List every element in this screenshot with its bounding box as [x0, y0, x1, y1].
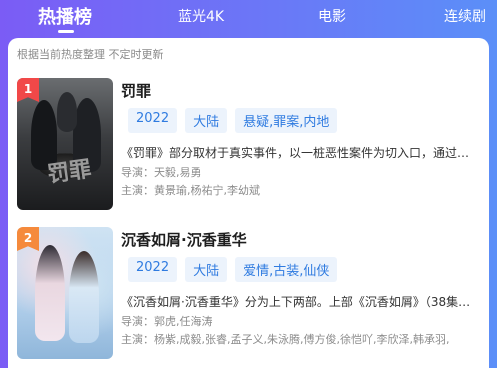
tag-row: 2022 大陆 悬疑,罪案,内地	[128, 108, 338, 133]
item-director: 导演：天毅,易勇	[121, 166, 202, 179]
list-item[interactable]: 2 沉香如屑·沉香重华 2022 大陆 爱情,古装,仙侠 《沉香如屑·沉香重华》…	[8, 227, 489, 362]
figure-silhouette	[69, 251, 99, 343]
update-notice: 根据当前热度整理 不定时更新	[17, 48, 164, 61]
tab-hot-list[interactable]: 热播榜	[38, 3, 92, 29]
list-item[interactable]: 罚罪 1 罚罪 2022 大陆 悬疑,罪案,内地 《罚罪》部分取材于真实事件，以…	[8, 78, 489, 213]
item-cast: 主演：杨紫,成毅,张睿,孟子义,朱泳腾,傅方俊,徐恺吖,李欣泽,韩承羽,	[121, 333, 450, 346]
rank-badge: 1	[17, 78, 39, 102]
tag-year[interactable]: 2022	[128, 257, 178, 282]
item-description: 《沉香如屑·沉香重华》分为上下两部。上部《沉香如屑》（38集）讲述了	[121, 295, 481, 309]
item-description: 《罚罪》部分取材于真实事件，以一桩恶性案件为切入口，通过青年警察常征的视角，展现…	[121, 146, 481, 160]
figure-silhouette	[57, 92, 77, 132]
tag-region[interactable]: 大陆	[185, 257, 228, 282]
tag-genre[interactable]: 悬疑,罪案,内地	[235, 108, 338, 133]
category-tabs: 热播榜 蓝光4K 电影 连续剧	[0, 0, 497, 36]
poster-logo: 罚罪	[45, 156, 93, 188]
rank-badge: 2	[17, 227, 39, 251]
item-director: 导演：郭虎,任海涛	[121, 315, 213, 328]
active-tab-indicator	[58, 30, 74, 33]
tag-year[interactable]: 2022	[128, 108, 178, 133]
tag-genre[interactable]: 爱情,古装,仙侠	[235, 257, 338, 282]
tab-bluray-4k[interactable]: 蓝光4K	[178, 6, 224, 26]
poster-image[interactable]: 2	[17, 227, 113, 359]
item-title[interactable]: 罚罪	[121, 80, 151, 101]
figure-silhouette	[35, 245, 65, 341]
tab-movies[interactable]: 电影	[318, 6, 346, 26]
tag-region[interactable]: 大陆	[185, 108, 228, 133]
tab-series[interactable]: 连续剧	[444, 6, 486, 26]
ranking-panel: 根据当前热度整理 不定时更新 罚罪 1 罚罪 2022 大陆 悬疑,罪案,内地 …	[8, 38, 489, 368]
tag-row: 2022 大陆 爱情,古装,仙侠	[128, 257, 338, 282]
item-title[interactable]: 沉香如屑·沉香重华	[121, 229, 247, 250]
item-cast: 主演：黄景瑜,杨祐宁,李幼斌	[121, 184, 260, 197]
poster-image[interactable]: 罚罪 1	[17, 78, 113, 210]
